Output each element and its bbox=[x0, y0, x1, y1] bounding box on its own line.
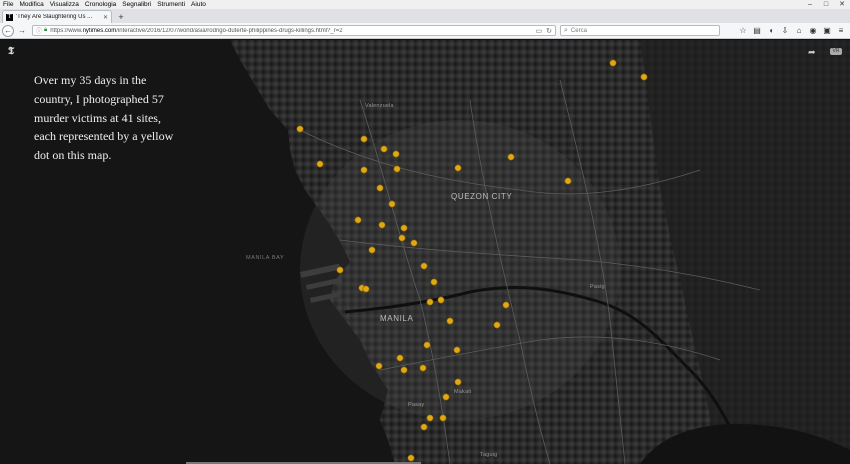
murder-site-dot[interactable] bbox=[410, 239, 418, 247]
murder-site-dot[interactable] bbox=[423, 341, 431, 349]
murder-site-dot[interactable] bbox=[426, 298, 434, 306]
murder-site-dot[interactable] bbox=[446, 317, 454, 325]
murder-site-dot[interactable] bbox=[400, 366, 408, 374]
back-icon[interactable]: ← bbox=[2, 24, 14, 37]
nav-bar: ← → ⓘ 🔒︎ https://www.nytimes.com/interac… bbox=[0, 23, 850, 39]
murder-site-dot[interactable] bbox=[564, 177, 572, 185]
url-text[interactable]: https://www.nytimes.com/interactive/2016… bbox=[50, 28, 531, 34]
screenshot-icon[interactable]: ▣ bbox=[820, 26, 834, 35]
search-icon: ⌕ bbox=[564, 26, 568, 34]
sync-icon[interactable]: ◉ bbox=[806, 26, 820, 35]
tab-close-icon[interactable]: ✕ bbox=[103, 14, 108, 21]
bookmark-star-icon[interactable]: ☆ bbox=[736, 26, 750, 35]
murder-site-dot[interactable] bbox=[400, 224, 408, 232]
label-pasay: Pasay bbox=[408, 402, 425, 408]
murder-site-dot[interactable] bbox=[507, 153, 515, 161]
label-taguig: Taguig bbox=[480, 452, 498, 458]
label-makati: Makati bbox=[454, 389, 472, 395]
pocket-icon[interactable]: ◖ bbox=[764, 26, 778, 35]
murder-site-dot[interactable] bbox=[360, 135, 368, 143]
murder-site-dot[interactable] bbox=[609, 59, 617, 67]
murder-site-dot[interactable] bbox=[296, 125, 304, 133]
menu-cronologia[interactable]: Cronologia bbox=[82, 0, 119, 9]
murder-site-dot[interactable] bbox=[398, 234, 406, 242]
nyt-logo-icon[interactable]: 𝕿 bbox=[8, 46, 14, 57]
murder-site-dot[interactable] bbox=[376, 184, 384, 192]
new-tab-button[interactable]: + bbox=[114, 11, 128, 23]
murder-site-dot[interactable] bbox=[493, 321, 501, 329]
murder-site-dot[interactable] bbox=[380, 145, 388, 153]
tab-nyt-article[interactable]: T 'They Are Slaughtering Us ... ✕ bbox=[2, 10, 112, 23]
minimize-button[interactable]: – bbox=[802, 0, 818, 9]
menu-icon[interactable]: ≡ bbox=[834, 26, 848, 35]
murder-site-dot[interactable] bbox=[407, 454, 415, 462]
murder-site-dot[interactable] bbox=[453, 346, 461, 354]
urban-glow bbox=[300, 120, 620, 420]
murder-site-dot[interactable] bbox=[426, 414, 434, 422]
url-bar[interactable]: ⓘ 🔒︎ https://www.nytimes.com/interactive… bbox=[32, 25, 556, 36]
murder-site-dot[interactable] bbox=[362, 285, 370, 293]
menu-strumenti[interactable]: Strumenti bbox=[154, 0, 188, 9]
murder-site-dot[interactable] bbox=[439, 414, 447, 422]
search-input[interactable]: ⌕ Cerca bbox=[560, 25, 720, 36]
nyt-logo-icon: T bbox=[6, 13, 13, 21]
label-manila-bay: MANILA BAY bbox=[246, 255, 285, 261]
info-icon[interactable]: ⓘ bbox=[36, 26, 42, 35]
vr-headset-icon[interactable]: VR bbox=[830, 48, 842, 55]
label-quezon-city: QUEZON CITY bbox=[451, 192, 513, 201]
menu-bar: File Modifica Visualizza Cronologia Segn… bbox=[0, 0, 850, 9]
murder-site-dot[interactable] bbox=[640, 73, 648, 81]
murder-site-dot[interactable] bbox=[442, 393, 450, 401]
murder-site-dot[interactable] bbox=[393, 165, 401, 173]
tab-title: 'They Are Slaughtering Us ... bbox=[16, 14, 93, 20]
murder-site-dot[interactable] bbox=[396, 354, 404, 362]
murder-site-dot[interactable] bbox=[502, 301, 510, 309]
menu-aiuto[interactable]: Aiuto bbox=[188, 0, 209, 9]
murder-site-dot[interactable] bbox=[392, 150, 400, 158]
murder-site-dot[interactable] bbox=[420, 423, 428, 431]
murder-site-dot[interactable] bbox=[375, 362, 383, 370]
murder-site-dot[interactable] bbox=[388, 200, 396, 208]
clipboard-icon[interactable]: ▤ bbox=[750, 26, 764, 35]
menu-modifica[interactable]: Modifica bbox=[16, 0, 46, 9]
murder-site-dot[interactable] bbox=[336, 266, 344, 274]
label-pasig: Pasig bbox=[590, 284, 605, 290]
forward-icon[interactable]: → bbox=[16, 25, 28, 37]
tab-strip: T 'They Are Slaughtering Us ... ✕ + bbox=[0, 9, 850, 23]
download-icon[interactable]: ⇩ bbox=[778, 26, 792, 35]
murder-site-dot[interactable] bbox=[360, 166, 368, 174]
murder-site-dot[interactable] bbox=[454, 378, 462, 386]
murder-site-dot[interactable] bbox=[420, 262, 428, 270]
murder-site-dot[interactable] bbox=[316, 160, 324, 168]
murder-site-dot[interactable] bbox=[378, 221, 386, 229]
home-icon[interactable]: ⌂ bbox=[792, 26, 806, 35]
reader-icon[interactable]: ▭ bbox=[536, 27, 543, 35]
lock-icon: 🔒︎ bbox=[44, 27, 48, 33]
murder-site-dot[interactable] bbox=[368, 246, 376, 254]
murder-site-dot[interactable] bbox=[430, 278, 438, 286]
close-window-button[interactable]: ✕ bbox=[834, 0, 850, 9]
share-icon[interactable]: ➦ bbox=[808, 47, 816, 58]
murder-site-dot[interactable] bbox=[419, 364, 427, 372]
reload-icon[interactable]: ↻ bbox=[546, 27, 552, 35]
page-viewport: 𝕿 ➦ VR Over my 35 days in the country, I… bbox=[0, 40, 850, 464]
murder-site-dot[interactable] bbox=[437, 296, 445, 304]
toolbar-icons: ☆ ▤ ◖ ⇩ ⌂ ◉ ▣ ≡ bbox=[736, 26, 848, 35]
label-manila: MANILA bbox=[380, 314, 414, 323]
murder-site-dot[interactable] bbox=[354, 216, 362, 224]
murder-site-dot[interactable] bbox=[454, 164, 462, 172]
menu-file[interactable]: File bbox=[0, 0, 16, 9]
label-valenzuela: Valenzuela bbox=[365, 103, 394, 109]
maximize-button[interactable]: □ bbox=[818, 0, 834, 9]
menu-segnalibri[interactable]: Segnalibri bbox=[119, 0, 154, 9]
menu-visualizza[interactable]: Visualizza bbox=[47, 0, 82, 9]
window-controls: – □ ✕ bbox=[802, 0, 850, 9]
search-placeholder: Cerca bbox=[570, 27, 587, 34]
story-narrative: Over my 35 days in the country, I photog… bbox=[34, 73, 174, 163]
